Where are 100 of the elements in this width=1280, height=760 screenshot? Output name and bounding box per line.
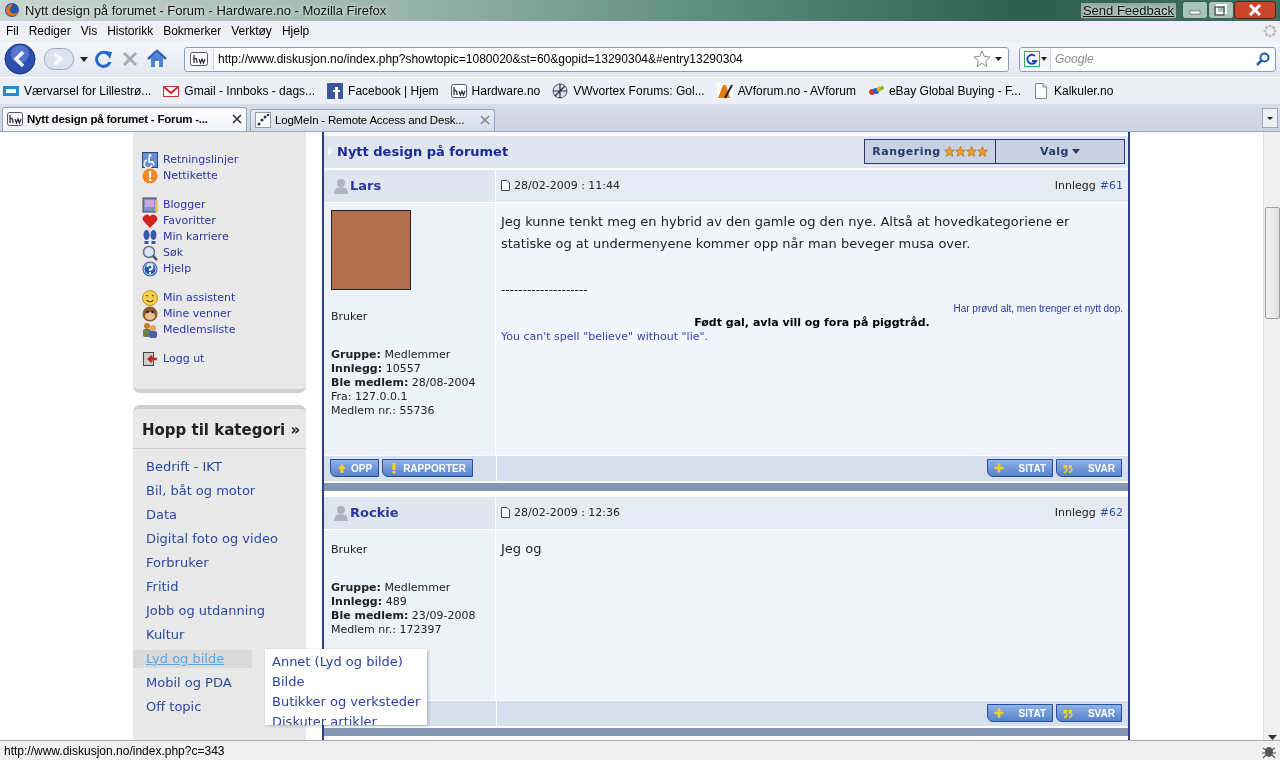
tab-list-button[interactable] xyxy=(1262,107,1278,128)
status-text: http://www.diskusjon.no/index.php?c=343 xyxy=(4,743,226,758)
menu-item[interactable]: Fil xyxy=(1,24,24,39)
category-link[interactable]: Forbruker xyxy=(133,553,213,572)
sidebar-link[interactable]: Min assistent xyxy=(163,291,236,305)
people-icon xyxy=(142,321,158,338)
sidebar-link[interactable]: Retningslinjer xyxy=(163,153,239,167)
heart-icon xyxy=(142,212,158,229)
search-field[interactable]: Google xyxy=(1019,46,1276,72)
menu-item[interactable]: Vis xyxy=(75,24,103,39)
sidebar-link[interactable]: Medlemsliste xyxy=(163,323,236,337)
window-title: Nytt design på forumet - Forum - Hardware.no - Mozilla Firefox xyxy=(25,2,388,18)
member-rank: Bruker xyxy=(331,309,369,323)
post-label: Innlegg xyxy=(1054,179,1096,193)
quote-marks-icon xyxy=(1063,707,1073,719)
browser-tab[interactable]: Nytt design på forumet - Forum -... xyxy=(2,106,247,131)
reload-icon[interactable] xyxy=(94,49,114,70)
bookmark-link[interactable]: Kalkuler.no xyxy=(1054,83,1114,98)
menu-item[interactable]: Historikk xyxy=(102,24,159,39)
up-arrow-icon xyxy=(337,462,347,474)
menu-item[interactable]: Hjelp xyxy=(276,24,315,39)
close-button[interactable] xyxy=(1234,1,1276,20)
book-icon xyxy=(142,196,158,213)
site-logo-icon xyxy=(7,111,23,128)
sidebar-link[interactable]: Favoritter xyxy=(163,214,216,228)
sidebar-link[interactable]: Logg ut xyxy=(163,352,205,366)
signature-quote: You can't spell "believe" without "lie". xyxy=(501,329,709,343)
submenu-item[interactable]: Bilde xyxy=(272,671,421,692)
signature-motto: Født gal, avla vill og fora på piggtråd. xyxy=(694,315,930,329)
search-icon xyxy=(142,244,158,261)
member-detail: Medlem nr.: 172397 xyxy=(331,622,443,637)
scrollbar[interactable] xyxy=(1263,131,1280,741)
category-link[interactable]: Kultur xyxy=(133,625,189,644)
address-field[interactable]: http://www.diskusjon.no/index.php?showtopic=1080020&st=60&gopid=13290304&#entry13290304 xyxy=(184,46,1009,72)
author-name[interactable]: Rockie xyxy=(350,505,399,521)
logout-icon xyxy=(142,350,158,367)
category-link[interactable]: Mobil og PDA xyxy=(133,673,236,692)
home-icon[interactable] xyxy=(146,49,168,70)
submenu-item[interactable]: Annet (Lyd og bilde) xyxy=(272,651,421,672)
post-label: Innlegg xyxy=(1054,506,1096,520)
member-detail: Fra: 127.0.0.1 xyxy=(331,389,409,404)
sidebar-link[interactable]: Blogger xyxy=(163,198,206,212)
search-engine-icon[interactable] xyxy=(1023,51,1040,68)
bookmark-link[interactable]: AVforum.no - AVforum xyxy=(737,83,856,98)
category-link[interactable]: Jobb og utdanning xyxy=(133,601,269,620)
dropdown-caret-icon[interactable] xyxy=(995,57,1002,62)
bookmark-link[interactable]: VWvortex Forums: Gol... xyxy=(573,83,705,98)
bookmark-link[interactable]: eBay Global Buying - F... xyxy=(888,83,1021,98)
member-detail: Gruppe: Medlemmer xyxy=(331,580,452,595)
post-number-link[interactable]: #61 xyxy=(1099,179,1123,193)
category-link[interactable]: Bedrift - IKT xyxy=(133,457,226,476)
member-rank: Bruker xyxy=(331,542,369,556)
post-number-link[interactable]: #62 xyxy=(1099,506,1123,520)
sidebar-link[interactable]: Søk xyxy=(163,246,184,260)
scroll-down-arrow-icon[interactable] xyxy=(1267,735,1277,741)
bookmark-star-icon[interactable] xyxy=(973,50,991,69)
star-icon xyxy=(943,146,955,158)
smiley-icon xyxy=(142,289,158,306)
category-link[interactable]: Bil, båt og motor xyxy=(133,481,260,500)
options-button[interactable]: Valg xyxy=(996,139,1125,165)
close-icon[interactable] xyxy=(232,114,242,125)
post-text: Jeg og xyxy=(501,539,543,558)
dropdown-caret-icon[interactable] xyxy=(80,56,88,62)
sidebar-link[interactable]: Nettikette xyxy=(163,169,218,183)
user-icon xyxy=(334,177,348,194)
bookmark-link[interactable]: Værvarsel for Lillestrø... xyxy=(24,83,152,98)
category-link[interactable]: Digital foto og video xyxy=(133,529,282,548)
plus-icon xyxy=(994,462,1004,474)
post-date: 28/02-2009 : 11:44 xyxy=(514,179,622,193)
menu-item[interactable]: Rediger xyxy=(23,24,76,39)
footprints-icon xyxy=(142,228,158,245)
page-icon xyxy=(1033,82,1049,99)
signature-tagline: Har prøvd alt, men trenger et nytt dop. xyxy=(953,302,1123,314)
menu-item[interactable]: Verktøy xyxy=(226,24,277,39)
panel-heading: Hopp til kategori » xyxy=(133,408,306,449)
minimize-button[interactable] xyxy=(1182,1,1208,20)
sidebar-link[interactable]: Min karriere xyxy=(163,230,229,244)
scrollbar-thumb[interactable] xyxy=(1264,206,1280,319)
sidebar-link[interactable]: Hjelp xyxy=(163,262,192,276)
star-icon xyxy=(965,146,977,158)
submenu-item[interactable]: Butikker og verksteder xyxy=(272,691,421,712)
page-icon xyxy=(501,180,510,192)
search-icon[interactable] xyxy=(1256,52,1270,67)
post-date: 28/02-2009 : 12:36 xyxy=(514,506,622,520)
author-name[interactable]: Lars xyxy=(350,178,382,194)
bookmark-link[interactable]: Gmail - Innboks - dags... xyxy=(184,83,316,98)
sidebar-link[interactable]: Mine venner xyxy=(163,307,232,321)
back-button[interactable] xyxy=(4,43,38,76)
category-link[interactable]: Fritid xyxy=(133,577,183,596)
browser-tab[interactable]: LogMeIn - Remote Access and Desk... xyxy=(250,108,495,131)
category-link[interactable]: Off topic xyxy=(133,697,206,716)
maximize-button[interactable] xyxy=(1208,1,1234,20)
dropdown-caret-icon[interactable] xyxy=(1040,57,1047,62)
page-icon xyxy=(501,507,510,519)
menu-item[interactable]: Bokmerker xyxy=(158,24,227,39)
category-link[interactable]: Data xyxy=(133,505,182,524)
logo-icon xyxy=(327,82,344,99)
rating-button[interactable]: Rangering xyxy=(864,139,996,165)
bookmark-link[interactable]: Facebook | Hjem xyxy=(348,83,439,98)
bookmark-link[interactable]: Hardware.no xyxy=(471,83,541,98)
